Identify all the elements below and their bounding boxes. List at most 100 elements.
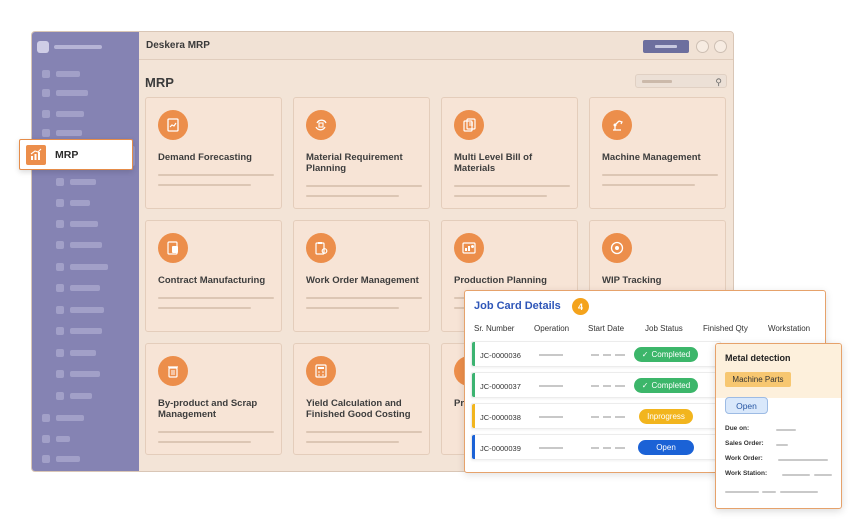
top-action-button[interactable] [643, 40, 689, 53]
card-description-placeholder [306, 185, 422, 205]
top-bar: Deskera MRP [139, 32, 733, 60]
module-card-multi-level-bom[interactable]: Multi Level Bill of Materials [441, 97, 578, 209]
table-row[interactable]: JC-0000037 ✓ Completed [471, 372, 721, 398]
row-status-stripe [472, 435, 475, 459]
status-badge[interactable]: Inprogress [639, 409, 693, 424]
card-title: Demand Forecasting [158, 152, 252, 163]
card-title: Contract Manufacturing [158, 275, 266, 286]
module-card-byproduct-scrap[interactable]: By-product and Scrap Management [145, 343, 282, 455]
submenu-icon [56, 284, 64, 292]
sidebar-item[interactable] [42, 109, 84, 119]
clipboard-gear-icon [306, 233, 336, 263]
module-card-contract-manufacturing[interactable]: Contract Manufacturing [145, 220, 282, 332]
sales-icon [42, 110, 50, 118]
status-badge[interactable]: Open [638, 440, 694, 455]
app-title: Deskera MRP [146, 40, 210, 51]
card-title: Production Planning [454, 275, 547, 286]
submenu-icon [56, 327, 64, 335]
row-status-stripe [472, 342, 475, 366]
footer-placeholder [725, 491, 759, 493]
date-placeholder [603, 416, 611, 418]
column-header: Finished Qty [703, 324, 748, 333]
help-icon[interactable] [696, 40, 709, 53]
sidebar-item[interactable] [42, 434, 70, 444]
row-status-stripe [472, 373, 475, 397]
sidebar-item[interactable] [42, 413, 84, 423]
status-pill[interactable]: Open [725, 397, 768, 414]
sidebar-item[interactable] [42, 88, 88, 98]
status-badge[interactable]: ✓ Completed [634, 347, 698, 362]
sidebar-subitem[interactable] [56, 348, 96, 358]
field-label: Work Order: [725, 455, 763, 462]
sidebar-subitem[interactable] [56, 305, 104, 315]
module-card-demand-forecasting[interactable]: Demand Forecasting [145, 97, 282, 209]
sidebar-item[interactable] [42, 128, 82, 138]
job-number: JC-0000037 [480, 382, 521, 391]
page-title: MRP [145, 75, 174, 90]
home-icon [42, 70, 50, 78]
mrp-chart-icon [26, 144, 46, 165]
field-label: Sales Order: [725, 440, 764, 447]
sidebar-item[interactable] [42, 69, 80, 79]
module-card-material-requirement-planning[interactable]: Material Requirement Planning [293, 97, 430, 209]
date-placeholder [591, 447, 599, 449]
sidebar-item-label [70, 221, 98, 227]
module-icon [42, 435, 50, 443]
module-card-machine-management[interactable]: Machine Management [589, 97, 726, 209]
field-label: Due on: [725, 425, 750, 432]
card-description-placeholder [306, 297, 422, 317]
submenu-icon [56, 178, 64, 186]
mrp-callout[interactable]: MRP [19, 139, 133, 170]
planning-icon [454, 233, 484, 263]
column-header: Operation [534, 324, 570, 333]
date-placeholder [615, 416, 625, 418]
sidebar-item-label [56, 111, 84, 117]
field-value-placeholder [778, 459, 828, 461]
org-name-placeholder [54, 45, 102, 49]
job-count-badge: 4 [572, 298, 589, 315]
column-header: Workstation [768, 324, 811, 333]
sidebar-subitem[interactable] [56, 369, 100, 379]
cycle-icon [306, 110, 336, 140]
sidebar-subitem[interactable] [56, 198, 90, 208]
sidebar [32, 32, 139, 471]
submenu-icon [56, 392, 64, 400]
card-description-placeholder [306, 431, 422, 451]
popup-title: Metal detection [725, 353, 791, 363]
sidebar-item-label [56, 415, 84, 421]
row-status-stripe [472, 404, 475, 428]
search-placeholder [642, 80, 672, 83]
footer-placeholder [762, 491, 776, 493]
sidebar-subitem[interactable] [56, 240, 102, 250]
sidebar-subitem[interactable] [56, 177, 96, 187]
sidebar-subitem[interactable] [56, 326, 102, 336]
table-row[interactable]: JC-0000039 Open [471, 434, 721, 460]
table-row[interactable]: JC-0000038 Inprogress [471, 403, 721, 429]
submenu-icon [56, 199, 64, 207]
calculator-icon [306, 356, 336, 386]
card-title: By-product and Scrap Management [158, 398, 258, 420]
sidebar-item-label [56, 90, 88, 96]
status-badge[interactable]: ✓ Completed [634, 378, 698, 393]
module-card-work-order-management[interactable]: Work Order Management [293, 220, 430, 332]
sidebar-subitem[interactable] [56, 262, 108, 272]
operation-placeholder [539, 354, 563, 356]
date-placeholder [603, 354, 611, 356]
category-tag: Machine Parts [725, 372, 791, 387]
status-label: Inprogress [647, 412, 685, 421]
sidebar-subitem[interactable] [56, 283, 100, 293]
sidebar-item-label [70, 242, 102, 248]
table-row[interactable]: JC-0000036 ✓ Completed [471, 341, 721, 367]
documents-icon [454, 110, 484, 140]
field-value-placeholder [776, 429, 796, 431]
button-label-placeholder [655, 45, 677, 48]
sidebar-item[interactable] [42, 454, 80, 464]
sidebar-subitem[interactable] [56, 391, 92, 401]
module-card-yield-calculation[interactable]: Yield Calculation and Finished Good Cost… [293, 343, 430, 455]
field-value-placeholder [814, 474, 832, 476]
submenu-icon [56, 370, 64, 378]
sidebar-item-label [70, 350, 96, 356]
sidebar-subitem[interactable] [56, 219, 98, 229]
search-input[interactable]: ⚲ [635, 74, 727, 88]
profile-icon[interactable] [714, 40, 727, 53]
